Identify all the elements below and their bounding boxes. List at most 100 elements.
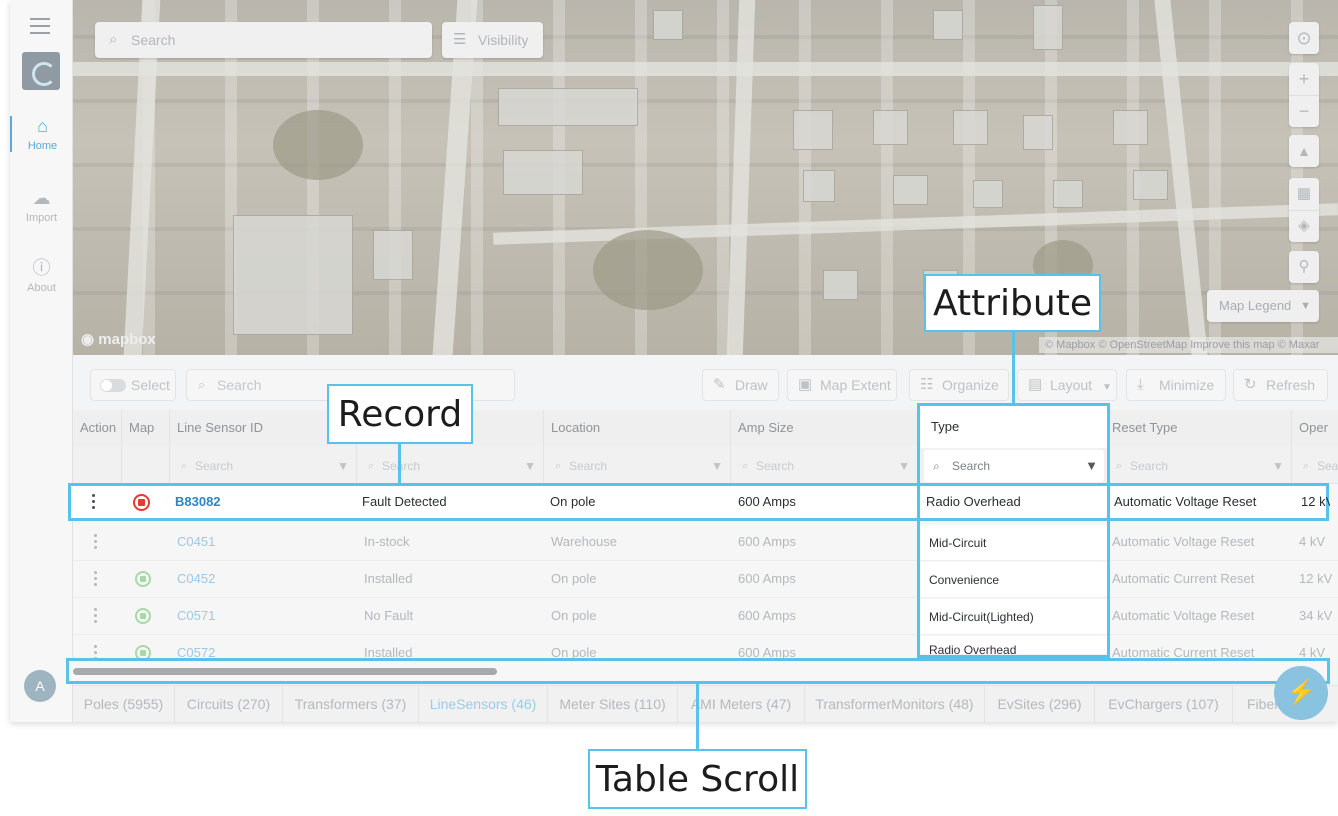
column-header-amp-size[interactable]: Amp Size <box>731 410 918 446</box>
fault-status-icon[interactable] <box>133 494 150 511</box>
layers-button[interactable]: ◈ <box>1289 210 1319 242</box>
type-column-header[interactable]: Type <box>920 406 1107 448</box>
filter-icon[interactable]: ▼ <box>898 455 910 477</box>
map-status-icon[interactable] <box>135 571 151 587</box>
map-search-input[interactable]: ⌕ Search <box>95 22 432 58</box>
refresh-label: Refresh <box>1266 377 1316 393</box>
column-header-action[interactable]: Action <box>73 410 122 446</box>
row-actions-icon[interactable] <box>92 494 96 510</box>
filter-search-input[interactable]: ⌕ Search ▼ <box>177 455 349 477</box>
highlighted-record-row[interactable]: B83082 Fault Detected On pole 600 Amps R… <box>68 483 1330 521</box>
organize-button[interactable]: ☷ Organize <box>909 369 1009 401</box>
zoom-out-button[interactable]: − <box>1289 95 1319 127</box>
minimize-button[interactable]: ⤓ Minimize <box>1126 369 1226 401</box>
map-extent-button[interactable]: ▣ Map Extent <box>787 369 897 401</box>
type-cell: Mid-Circuit(Lighted) <box>920 599 1107 635</box>
filter-icon[interactable]: ▼ <box>1085 450 1098 482</box>
map-legend-dropdown[interactable]: Map Legend ▼ <box>1207 290 1319 322</box>
tab-linesensors[interactable]: LineSensors (46) <box>419 686 548 722</box>
filter-search-input[interactable]: ⌕ Search ▼ <box>738 455 910 477</box>
cell-line-sensor-id[interactable]: C0572 <box>170 635 357 660</box>
toggle-switch[interactable] <box>100 379 126 392</box>
layers-icon: ◈ <box>1298 217 1310 234</box>
layout-button[interactable]: ▤ Layout ▼ <box>1017 369 1117 401</box>
record-callout: Record <box>327 384 473 444</box>
filter-search-input[interactable]: ⌕ Search ▼ <box>364 455 536 477</box>
column-header-oper[interactable]: Oper <box>1292 410 1338 446</box>
filter-placeholder: Search <box>1317 459 1338 473</box>
filter-search-input[interactable]: ⌕ Search <box>1299 455 1338 477</box>
user-avatar[interactable]: A <box>24 670 56 702</box>
draw-button[interactable]: ✎ Draw <box>702 369 779 401</box>
filter-icon[interactable]: ▼ <box>1272 455 1284 477</box>
tab-transformers[interactable]: Transformers (37) <box>283 686 419 722</box>
basemap-button[interactable]: ▦ <box>1289 178 1319 210</box>
mapbox-logo: ◉ mapbox <box>81 331 156 348</box>
filter-icon[interactable]: ▼ <box>711 455 723 477</box>
nav-item-home[interactable]: ⌂ Home <box>10 116 73 152</box>
record-amp-size: 600 Amps <box>738 494 796 509</box>
column-header-map[interactable]: Map <box>122 410 170 446</box>
select-label: Select <box>131 377 170 393</box>
filter-icon[interactable]: ▼ <box>524 455 536 477</box>
filter-search-input[interactable]: ⌕ Search ▼ <box>551 455 723 477</box>
map-status-icon[interactable] <box>135 608 151 624</box>
cell-oper: 12 kV <box>1299 571 1333 586</box>
attribute-connector <box>1012 330 1015 406</box>
tab-poles[interactable]: Poles (5955) <box>73 686 175 722</box>
map-building <box>653 10 683 40</box>
map-attribution[interactable]: © Mapbox © OpenStreetMap Improve this ma… <box>1039 337 1338 353</box>
locate-button[interactable]: ⊙ <box>1289 22 1319 54</box>
record-status: Fault Detected <box>362 494 447 509</box>
filter-placeholder: Search <box>756 459 795 473</box>
row-actions-icon[interactable] <box>94 608 98 624</box>
tab-transformer-monitors[interactable]: TransformerMonitors (48) <box>805 686 985 722</box>
nav-item-about[interactable]: ⓘ About <box>10 258 73 294</box>
hamburger-menu-icon[interactable] <box>30 18 50 34</box>
filter-search-input[interactable]: ⌕ Search ▼ <box>1112 455 1284 477</box>
tab-evsites[interactable]: EvSites (296) <box>985 686 1095 722</box>
column-header-location[interactable]: Location <box>544 410 731 446</box>
filter-reset-type: ⌕ Search ▼ <box>1105 446 1292 484</box>
cell-line-sensor-id[interactable]: C0451 <box>170 524 357 560</box>
visibility-button[interactable]: ☰ Visibility <box>442 22 543 58</box>
table-row[interactable]: C0571 No Fault On pole 600 Amps Automati… <box>73 598 1338 635</box>
map-building <box>953 110 988 145</box>
row-actions-icon[interactable] <box>94 571 98 587</box>
layout-label: Layout <box>1050 377 1093 393</box>
filter-icon[interactable]: ▼ <box>337 455 349 477</box>
compass-button[interactable]: ▲ <box>1289 135 1319 167</box>
column-header-reset-type[interactable]: Reset Type <box>1105 410 1292 446</box>
zoom-in-button[interactable]: + <box>1289 63 1319 95</box>
tab-meter-sites[interactable]: Meter Sites (110) <box>548 686 678 722</box>
record-line-sensor-id[interactable]: B83082 <box>168 486 353 518</box>
table-row[interactable]: C0572 Installed On pole 600 Amps Automat… <box>73 635 1338 660</box>
select-toggle[interactable]: Select <box>90 369 176 401</box>
nav-item-import[interactable]: ☁ Import <box>10 188 73 224</box>
table-scroll-connector <box>696 684 699 750</box>
refresh-button[interactable]: ↻ Refresh <box>1233 369 1328 401</box>
binoculars-button[interactable]: ⚲ <box>1289 251 1319 283</box>
table-horizontal-scrollbar[interactable] <box>66 658 1330 684</box>
row-actions-icon[interactable] <box>94 534 98 550</box>
nav-label-home: Home <box>27 140 58 152</box>
map-building <box>1113 110 1148 145</box>
quick-action-button[interactable]: ⚡ <box>1274 666 1328 720</box>
cell-status: Installed <box>364 571 413 586</box>
filter-amp-size: ⌕ Search ▼ <box>731 446 918 484</box>
map-building <box>498 88 638 126</box>
map-view[interactable]: ⌕ Search ☰ Visibility ⊙ + − ▲ ▦ ◈ ⚲ Map … <box>73 0 1338 355</box>
map-layer-controls: ▦ ◈ <box>1289 178 1319 242</box>
scrollbar-thumb[interactable] <box>73 668 497 675</box>
cell-line-sensor-id[interactable]: C0571 <box>170 598 357 634</box>
type-filter-input[interactable]: ⌕ Search ▼ <box>924 450 1104 482</box>
tab-circuits[interactable]: Circuits (270) <box>175 686 283 722</box>
cell-line-sensor-id[interactable]: C0452 <box>170 561 357 597</box>
table-row[interactable]: C0452 Installed On pole 600 Amps Automat… <box>73 561 1338 598</box>
cell-reset-type: Automatic Voltage Reset <box>1112 608 1255 623</box>
search-icon: ⌕ <box>198 377 206 392</box>
table-row[interactable]: C0451 In-stock Warehouse 600 Amps Automa… <box>73 524 1338 561</box>
cell-location: On pole <box>551 571 597 586</box>
map-building <box>873 110 908 145</box>
tab-evchargers[interactable]: EvChargers (107) <box>1095 686 1233 722</box>
